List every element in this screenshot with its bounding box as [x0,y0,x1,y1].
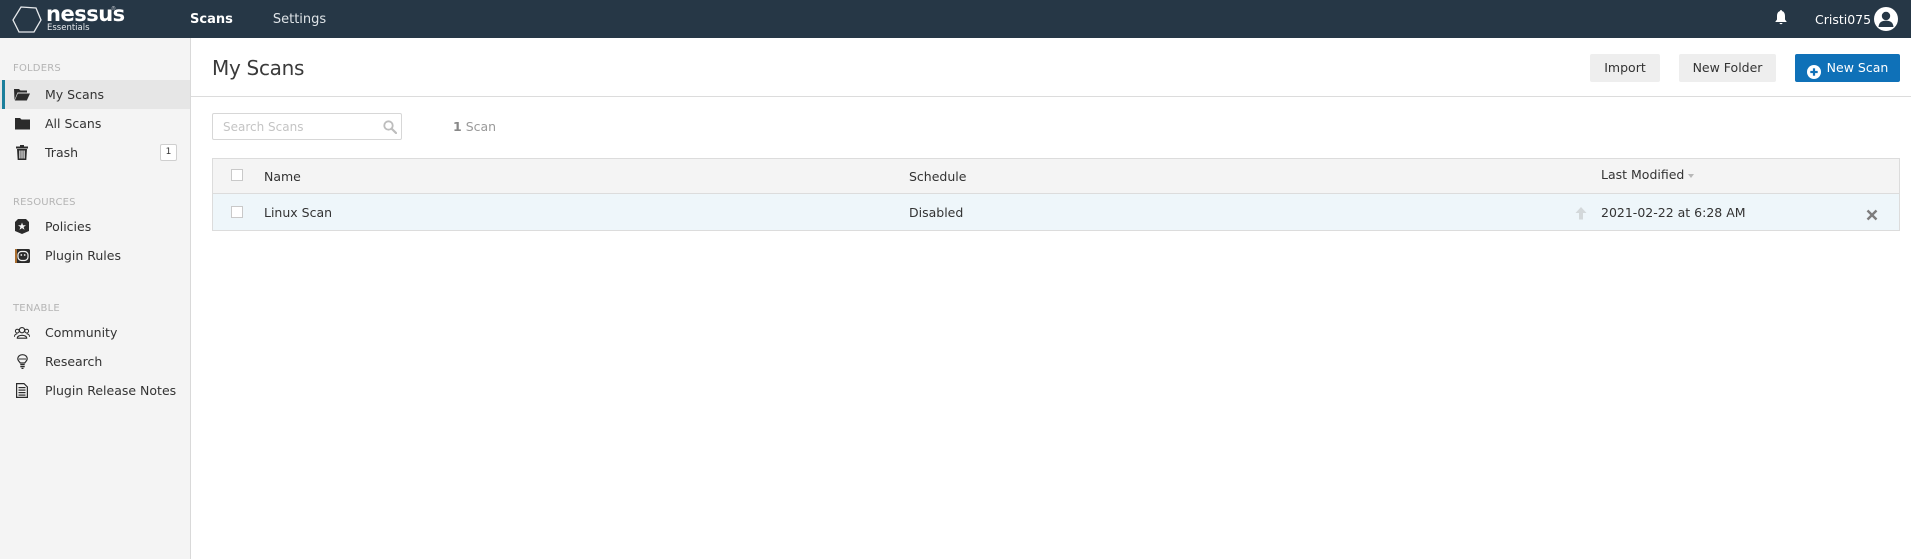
nav-scans[interactable]: Scans [190,0,233,38]
column-header-last-modified[interactable]: Last Modified [1601,167,1684,182]
sidebar-item-label: Plugin Release Notes [45,383,177,398]
top-bar: nessus ® Essentials Scans Settings Crist… [0,0,1911,38]
brand-edition: Essentials [47,23,90,33]
search-box [212,113,402,140]
scan-count-unit: Scan [465,119,497,134]
launch-arrow-up-icon[interactable] [1575,205,1587,220]
trash-count-badge: 1 [160,144,177,161]
section-label-resources: RESOURCES [13,197,76,208]
sidebar-item-research[interactable]: Research [0,347,190,376]
top-nav: Scans Settings [190,0,366,38]
table-header: Name Schedule Last Modified [213,159,1899,194]
scan-count: 1 Scan [453,119,496,134]
page-title: My Scans [212,56,305,80]
sort-descending-icon[interactable] [1688,174,1694,178]
select-all-checkbox[interactable] [231,169,243,181]
sidebar-item-policies[interactable]: Policies [0,212,190,241]
column-header-name[interactable]: Name [264,169,301,184]
column-header-schedule[interactable]: Schedule [909,169,966,184]
sidebar-item-community[interactable]: Community [0,318,190,347]
scan-last-modified: 2021-02-22 at 6:28 AM [1601,205,1746,220]
folder-open-icon [14,87,30,102]
nessus-logo[interactable]: nessus ® Essentials [12,2,125,34]
hexagon-logo-icon [12,6,42,33]
new-scan-label: New Scan [1826,60,1889,75]
sidebar-item-all-scans[interactable]: All Scans [0,109,190,138]
sidebar-item-label: All Scans [45,116,102,131]
nav-settings[interactable]: Settings [273,0,326,38]
trash-icon [14,145,30,160]
sidebar-item-label: Plugin Rules [45,248,121,263]
scan-schedule: Disabled [909,205,964,220]
row-checkbox[interactable] [231,206,243,218]
scan-name[interactable]: Linux Scan [264,205,332,220]
sidebar-item-label: Community [45,325,118,340]
delete-x-icon[interactable] [1866,206,1878,221]
sidebar: FOLDERS My Scans All Scans Trash 1 RESOU… [0,38,191,559]
section-label-folders: FOLDERS [13,63,61,74]
scan-count-number: 1 [453,119,462,134]
sidebar-item-label: Trash [45,145,79,160]
username[interactable]: Cristi075 [1815,0,1871,38]
folder-icon [14,116,30,131]
document-icon [14,383,30,398]
sidebar-item-trash[interactable]: Trash 1 [0,138,190,167]
sidebar-item-label: My Scans [45,87,105,102]
user-avatar-icon[interactable] [1874,7,1898,31]
search-icon[interactable] [383,119,398,135]
plugin-rules-icon [14,248,30,263]
new-folder-button[interactable]: New Folder [1679,54,1776,82]
bell-icon[interactable] [1774,10,1788,26]
sidebar-item-plugin-rules[interactable]: Plugin Rules [0,241,190,270]
search-input[interactable] [213,114,373,139]
header-divider [191,96,1911,97]
lightbulb-icon [14,354,30,369]
sidebar-item-my-scans[interactable]: My Scans [0,80,190,109]
community-users-icon [14,325,30,340]
section-label-tenable: TENABLE [13,303,60,314]
sidebar-item-label: Research [45,354,103,369]
import-button[interactable]: Import [1590,54,1660,82]
scans-table: Name Schedule Last Modified Linux Scan D… [212,158,1900,231]
sidebar-item-plugin-release-notes[interactable]: Plugin Release Notes [0,376,190,405]
sidebar-item-label: Policies [45,219,92,234]
new-scan-button[interactable]: New Scan [1795,54,1900,82]
trademark: ® [111,6,116,12]
main-content: My Scans Import New Folder New Scan 1 Sc… [191,38,1911,559]
plus-circle-icon [1807,61,1821,79]
table-row[interactable]: Linux Scan Disabled 2021-02-22 at 6:28 A… [213,194,1899,230]
shield-star-icon [14,219,30,234]
